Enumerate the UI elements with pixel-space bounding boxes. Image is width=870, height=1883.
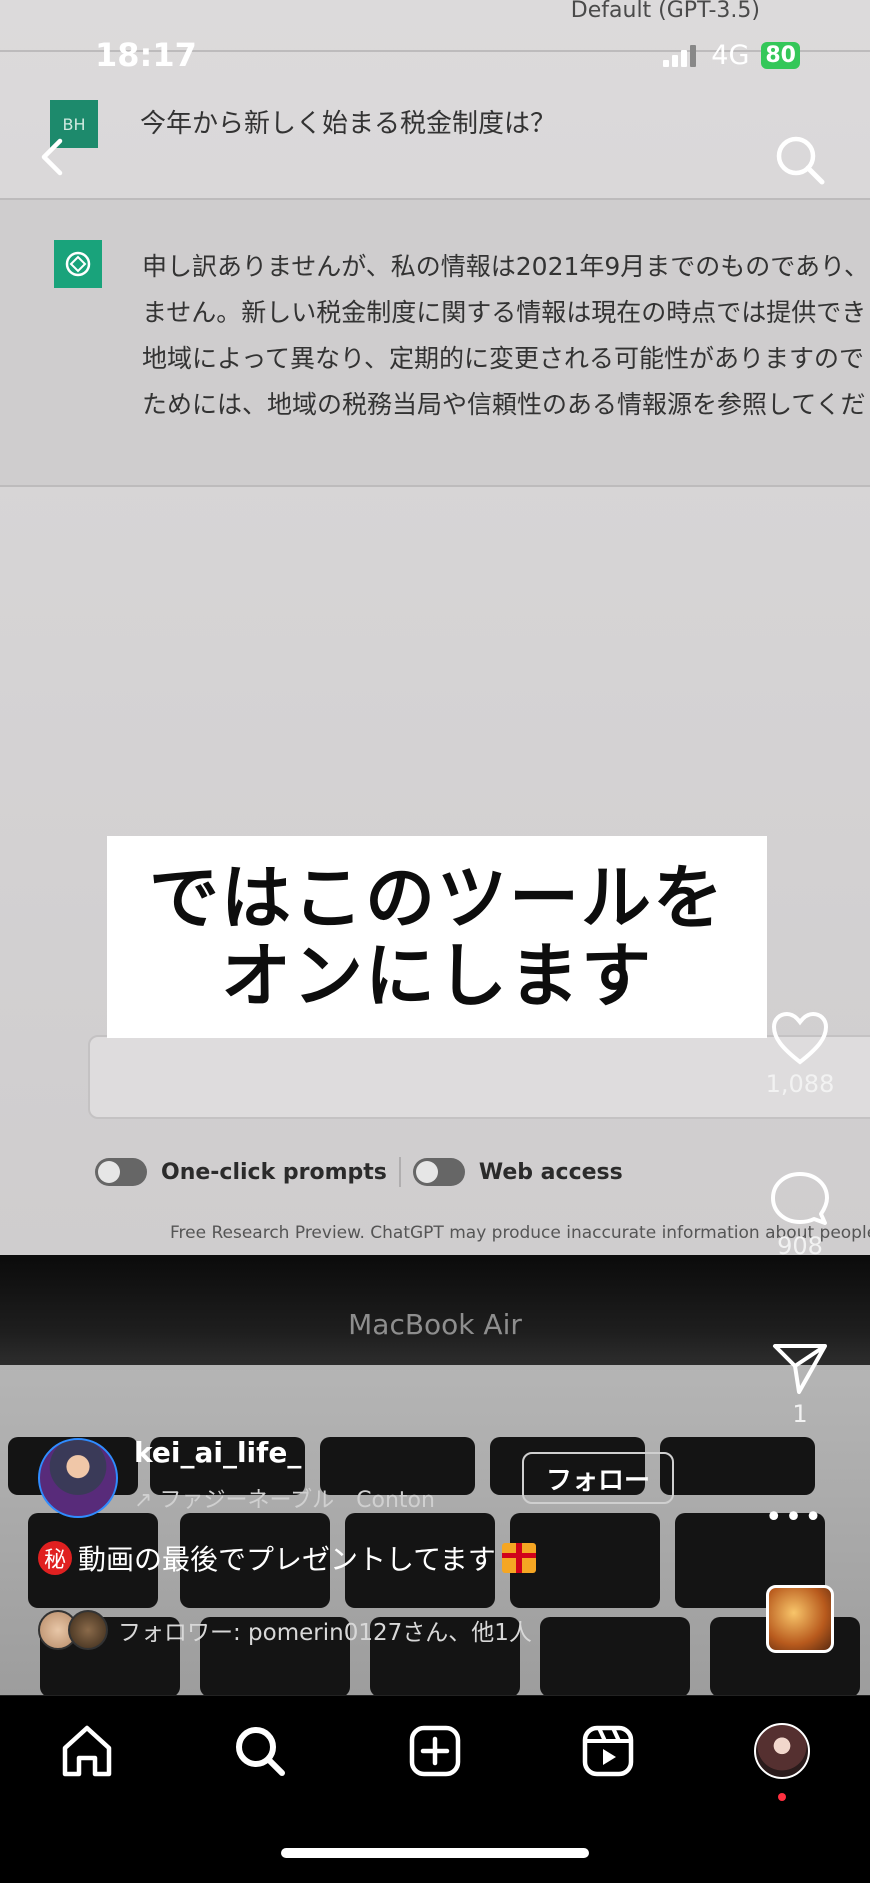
chat-question: 今年から新しく始まる税金制度は？ bbox=[140, 109, 557, 139]
profile-avatar[interactable] bbox=[754, 1723, 810, 1779]
secret-badge: 秘 bbox=[38, 1541, 72, 1575]
heart-icon[interactable] bbox=[770, 1010, 830, 1066]
divider bbox=[0, 485, 870, 487]
home-icon[interactable] bbox=[57, 1721, 117, 1781]
music-icon: ↗ bbox=[134, 1488, 160, 1513]
battery-indicator: 80 bbox=[761, 42, 800, 69]
share-count: 1 bbox=[792, 1400, 808, 1428]
notification-dot bbox=[778, 1793, 786, 1801]
music-title: ファジーネーブル Conton bbox=[159, 1488, 435, 1513]
video-caption: ではこのツールを オンにします bbox=[107, 836, 767, 1038]
model-label: Default (GPT-3.5) bbox=[570, 0, 760, 23]
author-avatar[interactable] bbox=[38, 1438, 118, 1518]
comment-action[interactable]: 908 bbox=[730, 1170, 870, 1260]
caption-line: ではこのツールを bbox=[149, 857, 725, 939]
gift-icon bbox=[501, 1543, 536, 1573]
toggle-separator bbox=[398, 1157, 401, 1187]
followers-row[interactable]: フォロワー: pomerin0127さん、他1人 bbox=[38, 1610, 532, 1650]
send-icon[interactable] bbox=[771, 1340, 829, 1396]
macbook-label: MacBook Air bbox=[348, 1308, 522, 1341]
signal-icon bbox=[663, 44, 697, 67]
answer-line: ません。新しい税金制度に関する情報は現在の時点では提供でき bbox=[142, 298, 867, 327]
answer-line: 地域によって異なり、定期的に変更される可能性がありますので bbox=[142, 344, 865, 373]
audio-thumbnail[interactable] bbox=[766, 1585, 834, 1653]
more-icon[interactable]: ••• bbox=[765, 1500, 824, 1535]
one-click-toggle bbox=[95, 1158, 147, 1186]
key bbox=[540, 1617, 690, 1695]
caption-line: オンにします bbox=[221, 935, 653, 1017]
music-label[interactable]: ↗ ファジーネーブル Conton bbox=[134, 1482, 435, 1514]
toggle-row: One-click prompts Web access bbox=[95, 1152, 623, 1192]
home-indicator[interactable] bbox=[281, 1848, 589, 1858]
status-indicators: 4G 80 bbox=[663, 40, 800, 71]
one-click-label: One-click prompts bbox=[161, 1159, 387, 1185]
search-icon[interactable] bbox=[772, 132, 828, 192]
chat-answer: 申し訳ありませんが、私の情報は2021年9月までのものであり、 ません。新しい税… bbox=[142, 244, 870, 428]
answer-line: ためには、地域の税務当局や信頼性のある情報源を参照してくだ bbox=[142, 390, 866, 419]
author-username[interactable]: kei_ai_life_ bbox=[134, 1436, 301, 1469]
network-type: 4G bbox=[711, 40, 750, 71]
back-icon[interactable] bbox=[36, 135, 70, 183]
comment-icon[interactable] bbox=[771, 1170, 829, 1228]
answer-line: 申し訳ありませんが、私の情報は2021年9月までのものであり、 bbox=[142, 252, 870, 281]
explore-icon[interactable] bbox=[230, 1721, 290, 1781]
reel-video[interactable]: Default (GPT-3.5) BH 今年から新しく始まる税金制度は？ 申し… bbox=[0, 0, 870, 1695]
caption-text: 動画の最後でプレゼントしてます bbox=[78, 1543, 496, 1576]
comment-count: 908 bbox=[777, 1232, 823, 1260]
like-action[interactable]: 1,088 bbox=[730, 1010, 870, 1098]
create-icon[interactable] bbox=[405, 1721, 465, 1781]
key bbox=[660, 1437, 815, 1495]
reels-icon[interactable] bbox=[578, 1721, 638, 1781]
share-action[interactable]: 1 bbox=[730, 1340, 870, 1428]
web-access-toggle bbox=[412, 1158, 465, 1186]
profile-tab[interactable] bbox=[752, 1721, 812, 1781]
follow-button[interactable]: フォロー bbox=[522, 1452, 674, 1504]
like-count: 1,088 bbox=[765, 1070, 835, 1098]
post-caption[interactable]: 秘 動画の最後でプレゼントしてます bbox=[38, 1538, 536, 1578]
chatgpt-logo-icon bbox=[54, 240, 102, 288]
status-time: 18:17 bbox=[95, 36, 197, 74]
followers-text: フォロワー: pomerin0127さん、他1人 bbox=[118, 1620, 532, 1646]
follower-avatar bbox=[68, 1610, 108, 1650]
web-access-label: Web access bbox=[478, 1159, 623, 1185]
